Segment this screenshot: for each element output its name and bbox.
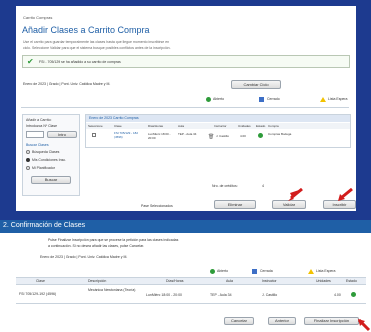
success-message-box: ✔ FSI - 705/129 se ha añadido a su carri… bbox=[22, 55, 350, 68]
row-units: 4.00 bbox=[334, 293, 341, 297]
row-description: Mecánica Newtoniana (Teoría) bbox=[88, 288, 136, 292]
radio-my-requirements-label: Mis Condiciones Insc. bbox=[32, 158, 67, 162]
checkmark-icon: ✔ bbox=[27, 57, 34, 66]
header-instructor: Instructor bbox=[262, 279, 277, 283]
open-icon bbox=[206, 97, 211, 102]
header-units: Unidades bbox=[316, 279, 331, 283]
waitlist-icon bbox=[308, 269, 314, 274]
instructions-line-1: Use el carrito para guardar temporalment… bbox=[23, 40, 170, 44]
confirmation-legend-closed: Cerrada bbox=[260, 269, 273, 273]
cart-table: Enero de 2023 Carrito Compras Seleccione… bbox=[85, 114, 351, 148]
delete-button[interactable]: Eliminar bbox=[214, 200, 256, 209]
divider bbox=[21, 107, 349, 108]
breadcrumb: Carrito Compras bbox=[23, 15, 53, 20]
row-class: FSI 705/129-192 (4596) bbox=[19, 292, 57, 296]
cart-title: Enero de 2023 Carrito Compras bbox=[89, 116, 139, 120]
closed-icon bbox=[259, 97, 264, 102]
cart-header-room: Aula bbox=[178, 124, 185, 128]
search-button[interactable]: Buscar bbox=[31, 176, 71, 184]
cart-header-status: Estado bbox=[256, 124, 266, 128]
finish-enrollment-button[interactable]: Finalizar Inscripción bbox=[304, 317, 359, 325]
header-status: Estado bbox=[346, 279, 357, 283]
header-room: Aula bbox=[226, 279, 234, 283]
cart-panel: Carrito Compras Añadir Clases a Carrito … bbox=[16, 6, 356, 211]
cart-header-select: Seleccione bbox=[88, 124, 103, 128]
row-room: TEP - Aula 34 bbox=[210, 293, 232, 297]
cart-header-class: Clase bbox=[114, 124, 122, 128]
instructions-line-2: ciclo. Seleccione Validar para que el si… bbox=[23, 46, 171, 50]
arrow-pointer-icon bbox=[338, 188, 353, 201]
class-number-input[interactable] bbox=[26, 131, 44, 138]
confirmation-legend-open: Abierto bbox=[217, 269, 229, 273]
radio-class-search[interactable] bbox=[26, 150, 30, 154]
cart-title-bar: Enero de 2023 Carrito Compras bbox=[86, 115, 350, 122]
legend-open: Abierto bbox=[213, 97, 225, 101]
status-open-icon bbox=[258, 133, 263, 138]
confirmation-header-row: Clase Descripción Días/Horas Aula Instru… bbox=[16, 277, 366, 285]
cart-header-instructor: Instructor bbox=[214, 124, 227, 128]
cart-row-days: LunMiérc 18:00 - 20:00 bbox=[148, 132, 171, 140]
arrow-pointer-icon bbox=[288, 188, 303, 201]
add-box-title-2: Introduzca Nº Clase bbox=[26, 124, 58, 128]
arrow-pointer-icon bbox=[358, 319, 371, 332]
add-to-cart-box: Añadir a Carrito: Introduzca Nº Clase In… bbox=[22, 114, 80, 196]
success-message: FSI - 705/129 se ha añadido a su carrito… bbox=[39, 60, 121, 64]
row-instructor: J. Castillo bbox=[262, 293, 278, 297]
confirmation-title-bar: 2. Confirmación de Clases bbox=[0, 220, 371, 233]
header-days: Días/Horas bbox=[166, 279, 184, 283]
cart-row-room: TEP - Aula 34 bbox=[178, 132, 197, 136]
row-days: LunMiérc 18:00 - 20:00 bbox=[146, 293, 182, 297]
confirmation-legend-waitlist: Lista Espera bbox=[316, 269, 336, 273]
radio-planner-label: Mi Planificador bbox=[32, 166, 55, 170]
cart-row-buy: Compras Bodega bbox=[268, 132, 292, 136]
confirmation-instructions-1: Pulse Finalizar Inscripción para que se … bbox=[48, 238, 179, 242]
cart-header-buy: Compra bbox=[268, 124, 279, 128]
radio-my-requirements[interactable] bbox=[26, 158, 30, 162]
credits-label: Nro. de créditos: bbox=[212, 184, 238, 188]
select-label: Pase Seleccionados bbox=[141, 204, 173, 208]
confirmation-title: 2. Confirmación de Clases bbox=[3, 222, 86, 229]
page-title: Añadir Clases a Carrito Compra bbox=[22, 25, 150, 35]
cart-row-class[interactable]: FSI 705/129 - 182 (4596) bbox=[114, 131, 144, 139]
cart-row-instructor: J. Castillo bbox=[216, 134, 230, 138]
waitlist-icon bbox=[320, 97, 326, 102]
radio-class-search-label: Búsqueda Clases bbox=[32, 150, 60, 154]
search-title: Buscar Clases bbox=[26, 143, 49, 147]
term-info: Enero de 2023 | Grado | Pont. Univ. Cató… bbox=[23, 82, 111, 86]
cancel-button[interactable]: Cancelar bbox=[224, 317, 254, 325]
previous-button[interactable]: Anterior bbox=[268, 317, 296, 325]
cart-row-checkbox[interactable] bbox=[92, 133, 96, 137]
confirmation-row: FSI 705/129-192 (4596) Mecánica Newtonia… bbox=[16, 286, 366, 304]
credits-value: 4 bbox=[262, 184, 264, 188]
header-class: Clase bbox=[36, 279, 45, 283]
cart-row-units: 4.00 bbox=[240, 134, 246, 138]
change-term-button[interactable]: Cambiar Ciclo bbox=[231, 80, 281, 89]
open-icon bbox=[210, 269, 215, 274]
add-box-title-1: Añadir a Carrito: bbox=[26, 118, 52, 122]
legend-waitlist: Lista Espera bbox=[328, 97, 348, 101]
cart-header-row: Seleccione Clase Días/Horas Aula Instruc… bbox=[86, 123, 350, 129]
confirmation-instructions-2: a continuación. Si no desea añadir las c… bbox=[48, 244, 145, 248]
delete-icon[interactable]: 🗑 bbox=[208, 134, 214, 140]
row-status-open-icon bbox=[351, 292, 356, 297]
legend-closed: Cerrado bbox=[267, 97, 280, 101]
enter-button[interactable]: Intro bbox=[47, 131, 77, 138]
confirmation-term-info: Enero de 2023 | Grado | Pont. Univ. Cató… bbox=[40, 255, 128, 259]
header-description: Descripción bbox=[88, 279, 107, 283]
cart-header-units: Unidades bbox=[238, 124, 251, 128]
screen: Carrito Compras Añadir Clases a Carrito … bbox=[0, 0, 371, 332]
radio-planner[interactable] bbox=[26, 166, 30, 170]
confirmation-panel: 2. Confirmación de Clases Pulse Finaliza… bbox=[0, 220, 371, 332]
closed-icon bbox=[252, 269, 257, 274]
cart-header-days: Días/Horas bbox=[148, 124, 164, 128]
